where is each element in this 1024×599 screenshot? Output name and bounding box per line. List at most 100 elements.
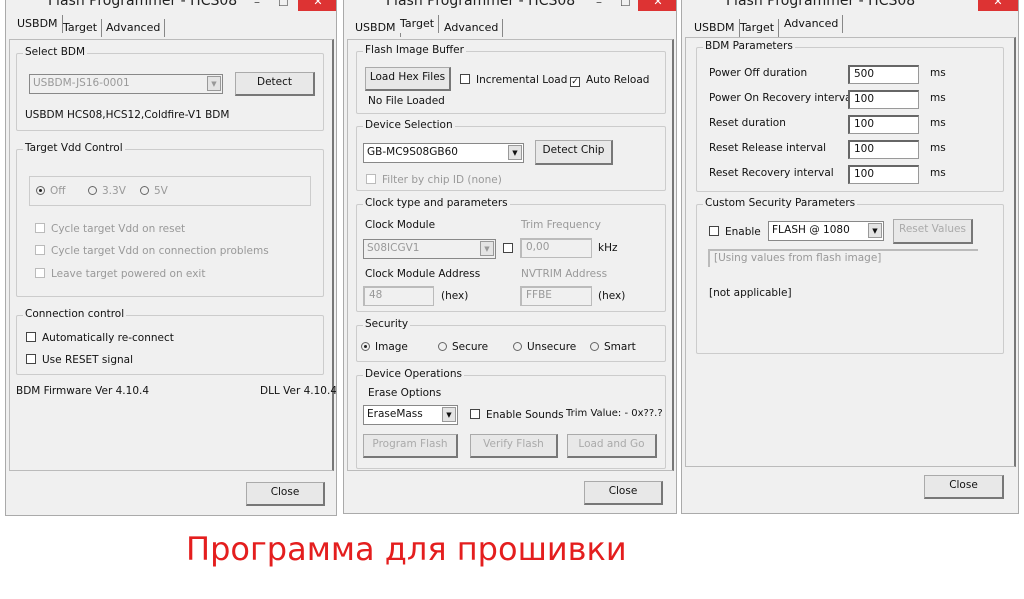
unit-label: ms (930, 117, 946, 129)
window-title: Flash Programmer - HCS08 (726, 0, 916, 9)
tab-target[interactable]: Target (396, 15, 440, 33)
close-button[interactable]: Close (584, 481, 663, 505)
radio-smart[interactable]: Smart (590, 341, 636, 353)
radio-icon (590, 342, 599, 351)
verify-flash-button[interactable]: Verify Flash (470, 434, 558, 458)
checkbox-enable-sounds[interactable]: Enable Sounds (470, 409, 564, 421)
erase-select[interactable]: EraseMass ▼ (363, 405, 458, 425)
checkbox-cycle-conn[interactable]: Cycle target Vdd on connection problems (35, 245, 269, 257)
checkbox-incremental-load[interactable]: Incremental Load (460, 74, 567, 86)
tab-target[interactable]: Target (736, 19, 780, 37)
tab-usbdm[interactable]: USBDM (690, 19, 740, 37)
radio-3v3[interactable]: 3.3V (88, 185, 126, 197)
bdm-description: USBDM HCS08,HCS12,Coldfire-V1 BDM (25, 109, 230, 121)
window-advanced: Flash Programmer - HCS08 ✕ USBDM Target … (681, 0, 1019, 514)
security-value: FLASH @ 1080 (772, 224, 850, 236)
bdm-parameters-group: BDM Parameters Power Off duration 500 ms… (696, 40, 1004, 192)
trim-value: Trim Value: - 0x??.? (566, 408, 663, 419)
tab-usbdm[interactable]: USBDM (351, 19, 401, 37)
chevron-down-icon: ▼ (868, 223, 882, 238)
checkbox-cycle-reset[interactable]: Cycle target Vdd on reset (35, 223, 185, 235)
group-label: Security (363, 318, 411, 330)
clock-address-input[interactable]: 48 (363, 286, 434, 306)
param-label: Reset Recovery interval (709, 167, 834, 179)
reset-values-button[interactable]: Reset Values (893, 219, 973, 244)
tab-advanced[interactable]: Advanced (102, 19, 166, 37)
device-selection-group: Device Selection GB-MC9S08GB60 ▼ Detect C… (356, 119, 666, 191)
checkbox-auto-reconnect[interactable]: Automatically re-connect (26, 332, 174, 344)
hex-unit: (hex) (441, 290, 469, 302)
custom-security-group: Custom Security Parameters Enable FLASH … (696, 197, 1004, 354)
clock-module-select[interactable]: S08ICGV1 ▼ (363, 239, 496, 259)
param-label: Reset Release interval (709, 142, 827, 154)
checkbox-leave-powered[interactable]: Leave target powered on exit (35, 268, 205, 280)
param-input[interactable]: 100 (848, 140, 919, 159)
maximize-button[interactable]: ☐ (278, 0, 289, 9)
device-select[interactable]: GB-MC9S08GB60 ▼ (363, 143, 524, 163)
window-title: Flash Programmer - HCS08 (48, 0, 238, 9)
param-input[interactable]: 100 (848, 165, 919, 184)
unit-label: ms (930, 92, 946, 104)
close-button[interactable]: Close (924, 475, 1004, 499)
load-and-go-button[interactable]: Load and Go (567, 434, 657, 458)
program-flash-button[interactable]: Program Flash (363, 434, 458, 458)
tab-advanced[interactable]: Advanced (440, 19, 504, 37)
firmware-version: BDM Firmware Ver 4.10.4 (16, 385, 150, 397)
detect-chip-button[interactable]: Detect Chip (535, 140, 613, 165)
group-label: Connection control (23, 308, 127, 320)
hex-unit: (hex) (598, 290, 626, 302)
clock-module-label: Clock Module (365, 219, 436, 231)
close-window-button[interactable]: ✕ (298, 0, 336, 11)
security-select[interactable]: FLASH @ 1080 ▼ (768, 221, 884, 241)
radio-off[interactable]: Off (36, 185, 66, 197)
erase-options-label: Erase Options (368, 387, 442, 399)
trim-frequency-label: Trim Frequency (521, 219, 601, 231)
param-input[interactable]: 500 (848, 65, 919, 84)
unit-label: ms (930, 167, 946, 179)
group-label: Flash Image Buffer (363, 44, 466, 56)
device-operations-group: Device Operations Erase Options EraseMas… (356, 368, 666, 469)
radio-image[interactable]: Image (361, 341, 408, 353)
maximize-button[interactable]: ☐ (620, 0, 631, 9)
radio-secure[interactable]: Secure (438, 341, 488, 353)
minimize-button[interactable]: – (596, 0, 602, 9)
detect-button[interactable]: Detect (235, 72, 315, 96)
close-window-button[interactable]: ✕ (638, 0, 676, 11)
window-target: Flash Programmer - HCS08 – ☐ ✕ USBDM Tar… (343, 0, 677, 514)
minimize-button[interactable]: – (254, 0, 260, 9)
tab-usbdm[interactable]: USBDM (13, 15, 63, 33)
nvtrim-address-input[interactable]: FFBE (520, 286, 592, 306)
tab-advanced[interactable]: Advanced (780, 15, 844, 33)
param-input[interactable]: 100 (848, 90, 919, 109)
radio-5v[interactable]: 5V (140, 185, 168, 197)
param-label: Power Off duration (709, 67, 808, 79)
bdm-select[interactable]: USBDM-JS16-0001 ▼ (29, 74, 223, 94)
connection-control-group: Connection control Automatically re-conn… (16, 308, 324, 375)
radio-icon (438, 342, 447, 351)
checkbox-auto-reload[interactable]: ✓ Auto Reload (570, 74, 649, 87)
param-label: Power On Recovery interval (709, 92, 855, 104)
close-window-button[interactable]: ✕ (978, 0, 1018, 11)
checkbox-use-reset[interactable]: Use RESET signal (26, 354, 133, 366)
clock-module-value: S08ICGV1 (367, 242, 420, 254)
chevron-down-icon: ▼ (508, 145, 522, 160)
window-usbdm: Flash Programmer - HCS08 – ☐ ✕ USBDM Tar… (5, 0, 337, 516)
param-label: Reset duration (709, 117, 786, 129)
checkbox-filter-chip-id[interactable]: Filter by chip ID (none) (366, 174, 502, 186)
radio-icon (140, 186, 149, 195)
security-group: Security Image Secure Unsecure Smart (356, 318, 666, 362)
trim-checkbox[interactable] (503, 243, 519, 255)
erase-value: EraseMass (367, 408, 423, 420)
close-button[interactable]: Close (246, 482, 325, 506)
trim-frequency-input[interactable]: 0,00 (520, 238, 592, 258)
load-hex-files-button[interactable]: Load Hex Files (365, 67, 451, 91)
group-label: Select BDM (23, 46, 88, 58)
radio-unsecure[interactable]: Unsecure (513, 341, 576, 353)
radio-icon (36, 186, 45, 195)
tab-target[interactable]: Target (59, 19, 103, 37)
param-input[interactable]: 100 (848, 115, 919, 134)
nvtrim-address-label: NVTRIM Address (521, 268, 608, 280)
group-label: Clock type and parameters (363, 197, 510, 209)
checkbox-enable[interactable]: Enable (709, 226, 761, 238)
device-value: GB-MC9S08GB60 (367, 146, 458, 158)
